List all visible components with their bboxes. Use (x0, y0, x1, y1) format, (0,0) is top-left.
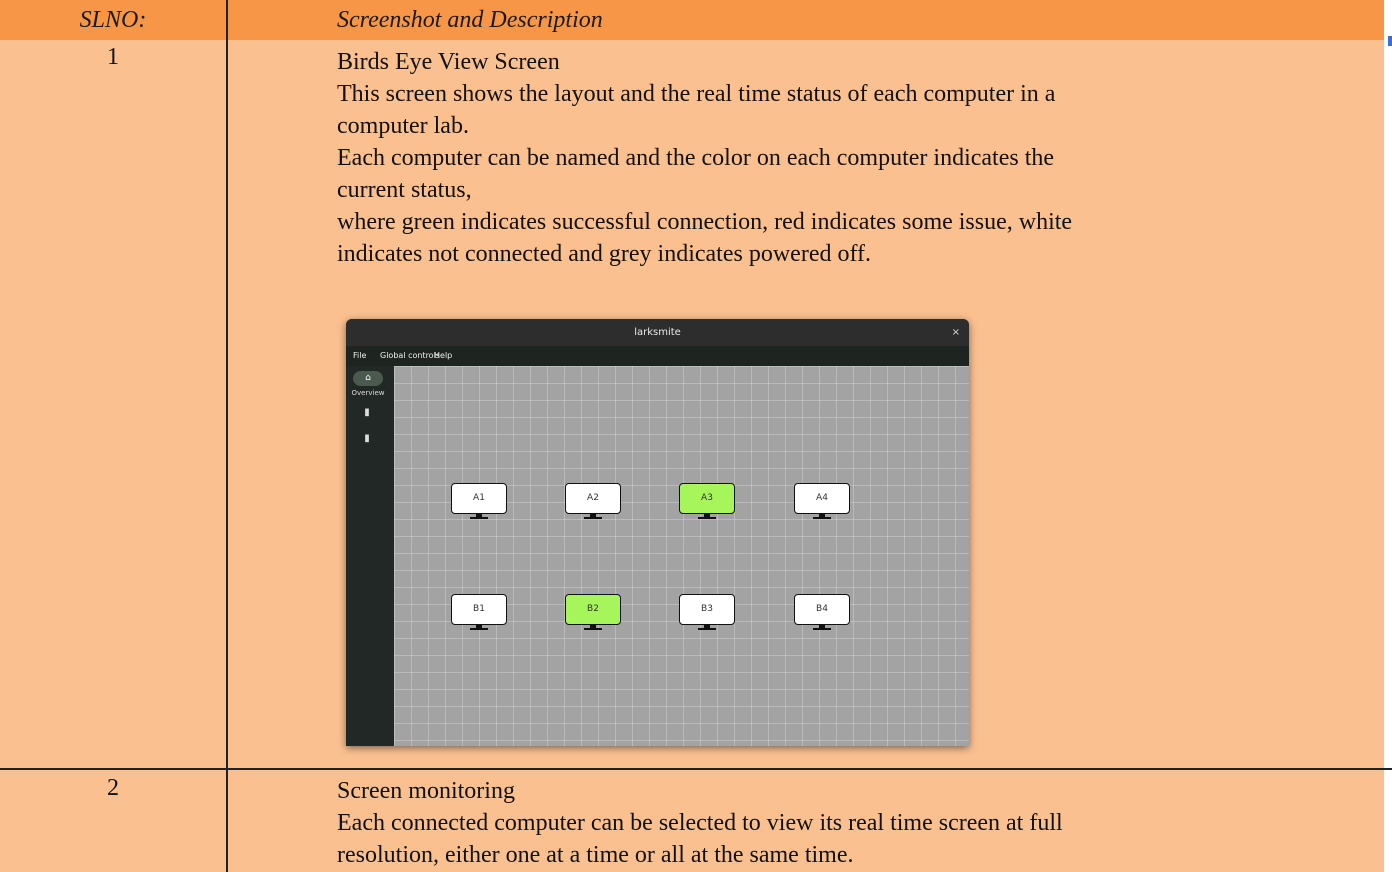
computer-icon[interactable]: A3 (679, 483, 735, 523)
window-title: larksmite (346, 319, 969, 346)
row-text-line: current status, (337, 177, 472, 203)
computer-label: B4 (794, 594, 850, 625)
computer-icon[interactable]: A1 (451, 483, 507, 523)
row-text-line: where green indicates successful connect… (337, 209, 1073, 235)
computer-label: B3 (679, 594, 735, 625)
sidebar (346, 366, 394, 746)
selection-marker (1388, 36, 1392, 46)
computer-label: B1 (451, 594, 507, 625)
row-number: 2 (107, 775, 119, 801)
row-text-line: Each computer can be named and the color… (337, 145, 1055, 171)
computer-icon[interactable]: B1 (451, 594, 507, 634)
computer-icon[interactable]: A4 (794, 483, 850, 523)
row-divider (0, 768, 1392, 770)
table-header-row: SLNO: Screenshot and Description (0, 0, 1384, 40)
computer-icon[interactable]: B3 (679, 594, 735, 634)
row-text-line: This screen shows the layout and the rea… (337, 81, 1056, 107)
computer-label: B2 (565, 594, 621, 625)
app-window: larksmite × File Global controls Help ⌂ … (346, 319, 969, 746)
row-text-line: indicates not connected and grey indicat… (337, 241, 872, 267)
computer-label: A2 (565, 483, 621, 514)
computer-label: A1 (451, 483, 507, 514)
computer-icon[interactable]: B2 (565, 594, 621, 634)
column-divider (226, 0, 228, 872)
computer-icon[interactable]: B4 (794, 594, 850, 634)
menu-file[interactable]: File (353, 346, 366, 366)
header-slno: SLNO: (79, 7, 147, 33)
home-icon[interactable]: ⌂ (353, 371, 383, 386)
menu-global-controls[interactable]: Global controls (380, 346, 440, 366)
row-number: 1 (107, 44, 119, 70)
row-title: Birds Eye View Screen (337, 49, 560, 75)
header-description: Screenshot and Description (337, 7, 603, 33)
menu-bar: File Global controls Help (346, 346, 969, 366)
document-icon[interactable]: ▮ (361, 433, 373, 445)
row-text-line: Each connected computer can be selected … (337, 810, 1063, 836)
sidebar-item-overview[interactable]: Overview (348, 389, 388, 397)
computer-label: A4 (794, 483, 850, 514)
computer-label: A3 (679, 483, 735, 514)
row-text-line: resolution, either one at a time or all … (337, 842, 854, 868)
computer-icon[interactable]: A2 (565, 483, 621, 523)
menu-help[interactable]: Help (434, 346, 452, 366)
description-table: SLNO: Screenshot and Description 1 Birds… (0, 0, 1392, 872)
lab-layout-canvas: A1 A2 A3 A4 B1 B2 B3 B4 (394, 366, 969, 746)
row-title: Screen monitoring (337, 778, 515, 804)
close-icon[interactable]: × (952, 319, 960, 346)
row-text-line: computer lab. (337, 113, 469, 139)
header-edge (1384, 0, 1392, 40)
slideshow-icon[interactable]: ▮ (361, 407, 373, 419)
